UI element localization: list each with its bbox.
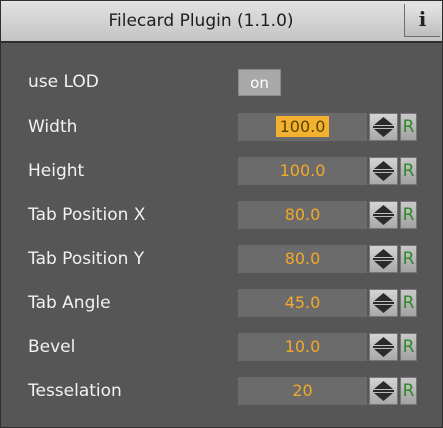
width-value: 100.0 <box>275 116 330 137</box>
tab-position-y-reset-button[interactable]: R <box>400 245 417 273</box>
filecard-plugin-panel: Filecard Plugin (1.1.0) i use LOD on Wid… <box>0 0 443 428</box>
height-stepper[interactable] <box>369 157 398 185</box>
height-reset-button[interactable]: R <box>400 157 417 185</box>
info-button[interactable]: i <box>404 4 440 37</box>
width-input[interactable]: 100.0 <box>238 113 367 141</box>
up-down-arrows-icon <box>373 293 394 313</box>
tab-angle-input[interactable]: 45.0 <box>238 289 367 317</box>
tab-position-x-input[interactable]: 80.0 <box>238 201 367 229</box>
row-bevel: Bevel 10.0 R <box>1 327 443 367</box>
bevel-value: 10.0 <box>284 337 321 356</box>
height-input[interactable]: 100.0 <box>238 157 367 185</box>
tab-angle-stepper[interactable] <box>369 289 398 317</box>
tab-position-y-value: 80.0 <box>284 249 321 268</box>
tab-position-x-label: Tab Position X <box>28 205 146 225</box>
tab-position-x-stepper[interactable] <box>369 201 398 229</box>
bevel-stepper[interactable] <box>369 333 398 361</box>
width-stepper[interactable] <box>369 113 398 141</box>
tesselation-input[interactable]: 20 <box>238 377 367 405</box>
panel-title: Filecard Plugin (1.1.0) <box>108 11 294 31</box>
row-tab-angle: Tab Angle 45.0 R <box>1 283 443 323</box>
tesselation-label: Tesselation <box>28 381 122 401</box>
row-tab-position-y: Tab Position Y 80.0 R <box>1 239 443 279</box>
up-down-arrows-icon <box>373 381 394 401</box>
tab-angle-reset-button[interactable]: R <box>400 289 417 317</box>
use-lod-toggle[interactable]: on <box>238 69 281 96</box>
width-reset-button[interactable]: R <box>400 113 417 141</box>
tab-position-y-label: Tab Position Y <box>28 249 145 269</box>
tab-position-y-input[interactable]: 80.0 <box>238 245 367 273</box>
panel-titlebar: Filecard Plugin (1.1.0) i <box>1 1 442 43</box>
up-down-arrows-icon <box>373 205 394 225</box>
up-down-arrows-icon <box>373 337 394 357</box>
row-tab-position-x: Tab Position X 80.0 R <box>1 195 443 235</box>
tesselation-value: 20 <box>292 381 313 400</box>
row-width: Width 100.0 R <box>1 107 443 147</box>
tab-angle-value: 45.0 <box>284 293 321 312</box>
tab-angle-label: Tab Angle <box>28 293 111 313</box>
tesselation-stepper[interactable] <box>369 377 398 405</box>
bevel-reset-button[interactable]: R <box>400 333 417 361</box>
row-height: Height 100.0 R <box>1 151 443 191</box>
row-use-lod: use LOD on <box>1 62 443 102</box>
bevel-label: Bevel <box>28 337 76 357</box>
bevel-input[interactable]: 10.0 <box>238 333 367 361</box>
up-down-arrows-icon <box>373 249 394 269</box>
tesselation-reset-button[interactable]: R <box>400 377 417 405</box>
info-icon: i <box>418 7 427 31</box>
up-down-arrows-icon <box>373 161 394 181</box>
tab-position-x-reset-button[interactable]: R <box>400 201 417 229</box>
up-down-arrows-icon <box>373 117 394 137</box>
tab-position-x-value: 80.0 <box>284 205 321 224</box>
row-tesselation: Tesselation 20 R <box>1 371 443 411</box>
height-label: Height <box>28 161 85 181</box>
use-lod-label: use LOD <box>28 72 99 92</box>
tab-position-y-stepper[interactable] <box>369 245 398 273</box>
width-label: Width <box>28 117 78 137</box>
height-value: 100.0 <box>279 161 326 180</box>
